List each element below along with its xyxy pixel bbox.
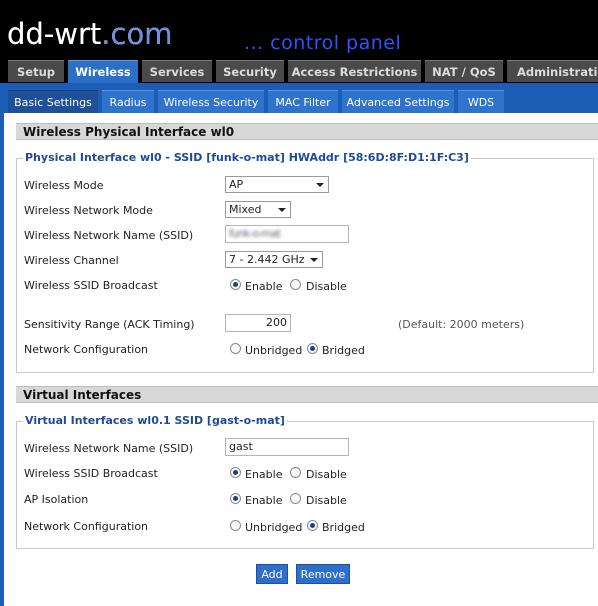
isolation-enable-label: Enable [245, 494, 283, 507]
section-virtual-title: Virtual Interfaces [16, 386, 598, 403]
network-mode-value: Mixed [229, 203, 262, 216]
wireless-mode-label: Wireless Mode [24, 179, 104, 192]
tab-setup[interactable]: Setup [8, 60, 64, 82]
isolation-disable-label: Disable [306, 494, 347, 507]
netconf-bridged-label: Bridged [322, 344, 365, 357]
virtual-broadcast-disable-label: Disable [306, 468, 347, 481]
virtual-legend: Virtual Interfaces wl0.1 SSID [gast-o-ma… [23, 414, 287, 427]
channel-select[interactable]: 7 - 2.442 GHz [225, 251, 323, 268]
broadcast-disable-label: Disable [306, 280, 347, 293]
netconf-unbridged-radio[interactable] [230, 343, 241, 354]
virtual-netconf-unbridged-label: Unbridged [245, 521, 303, 534]
physical-fieldset: Physical Interface wl0 - SSID [funk-o-ma… [16, 151, 594, 373]
netconf-label: Network Configuration [24, 343, 149, 356]
remove-button[interactable]: Remove [296, 564, 350, 584]
broadcast-enable-radio[interactable] [230, 279, 241, 290]
virtual-broadcast-enable-label: Enable [245, 468, 283, 481]
section-physical-title: Wireless Physical Interface wl0 [16, 123, 598, 140]
wireless-mode-select[interactable]: AP [225, 176, 329, 193]
sensitivity-default: (Default: 2000 meters) [398, 318, 525, 331]
logo-main-text: dd-wrt [7, 17, 102, 51]
channel-label: Wireless Channel [24, 254, 119, 267]
header: dd-wrt.com ... control panel [0, 0, 598, 60]
sensitivity-input[interactable]: 200 [225, 314, 291, 332]
virtual-netconf-bridged-label: Bridged [322, 521, 365, 534]
chevron-down-icon [310, 258, 318, 262]
add-button[interactable]: Add [256, 564, 288, 584]
ap-isolation-label: AP Isolation [24, 493, 89, 506]
network-mode-select[interactable]: Mixed [225, 201, 291, 218]
physical-legend: Physical Interface wl0 - SSID [funk-o-ma… [23, 151, 471, 164]
ssid-label: Wireless Network Name (SSID) [24, 229, 194, 242]
tab-services[interactable]: Services [142, 60, 212, 82]
sub-nav: Basic Settings Radius Wireless Security … [0, 83, 598, 113]
control-panel-subtitle: ... control panel [244, 32, 402, 54]
chevron-down-icon [278, 208, 286, 212]
tab-wireless[interactable]: Wireless [68, 60, 138, 83]
virtual-ssid-input[interactable]: gast [225, 438, 349, 456]
virtual-broadcast-enable-radio[interactable] [230, 467, 241, 478]
broadcast-enable-label: Enable [245, 280, 283, 293]
ssid-broadcast-label: Wireless SSID Broadcast [24, 279, 158, 292]
tab-administration[interactable]: Administration [507, 60, 598, 82]
main-nav: Setup Wireless Services Security Access … [0, 60, 598, 83]
subtab-basic-settings[interactable]: Basic Settings [8, 90, 98, 113]
isolation-enable-radio[interactable] [230, 493, 241, 504]
subtab-mac-filter[interactable]: MAC Filter [268, 90, 338, 113]
ddwrt-logo: dd-wrt.com [7, 14, 172, 54]
virtual-netconf-bridged-radio[interactable] [307, 520, 318, 531]
subtab-advanced-settings[interactable]: Advanced Settings [342, 90, 454, 113]
netconf-unbridged-label: Unbridged [245, 344, 303, 357]
tab-access-restrictions[interactable]: Access Restrictions [288, 60, 421, 82]
logo-suffix-text: .com [101, 17, 173, 51]
isolation-disable-radio[interactable] [290, 493, 301, 504]
broadcast-disable-radio[interactable] [290, 279, 301, 290]
chevron-down-icon [316, 183, 324, 187]
virtual-fieldset: Virtual Interfaces wl0.1 SSID [gast-o-ma… [16, 414, 594, 549]
virtual-broadcast-disable-radio[interactable] [290, 467, 301, 478]
subtab-wireless-security[interactable]: Wireless Security [158, 90, 264, 113]
channel-value: 7 - 2.442 GHz [229, 253, 305, 266]
main-content: Wireless Physical Interface wl0 Physical… [4, 113, 598, 606]
netconf-bridged-radio[interactable] [307, 343, 318, 354]
network-mode-label: Wireless Network Mode [24, 204, 153, 217]
ssid-input[interactable]: funk-o-mat [225, 225, 349, 243]
tab-security[interactable]: Security [216, 60, 284, 82]
subtab-wds[interactable]: WDS [458, 90, 504, 113]
virtual-netconf-label: Network Configuration [24, 520, 149, 533]
tab-nat-qos[interactable]: NAT / QoS [425, 60, 503, 82]
wireless-mode-value: AP [229, 178, 244, 191]
virtual-broadcast-label: Wireless SSID Broadcast [24, 467, 158, 480]
subtab-radius[interactable]: Radius [102, 90, 154, 113]
virtual-ssid-label: Wireless Network Name (SSID) [24, 442, 194, 455]
virtual-netconf-unbridged-radio[interactable] [230, 520, 241, 531]
sensitivity-label: Sensitivity Range (ACK Timing) [24, 318, 195, 331]
